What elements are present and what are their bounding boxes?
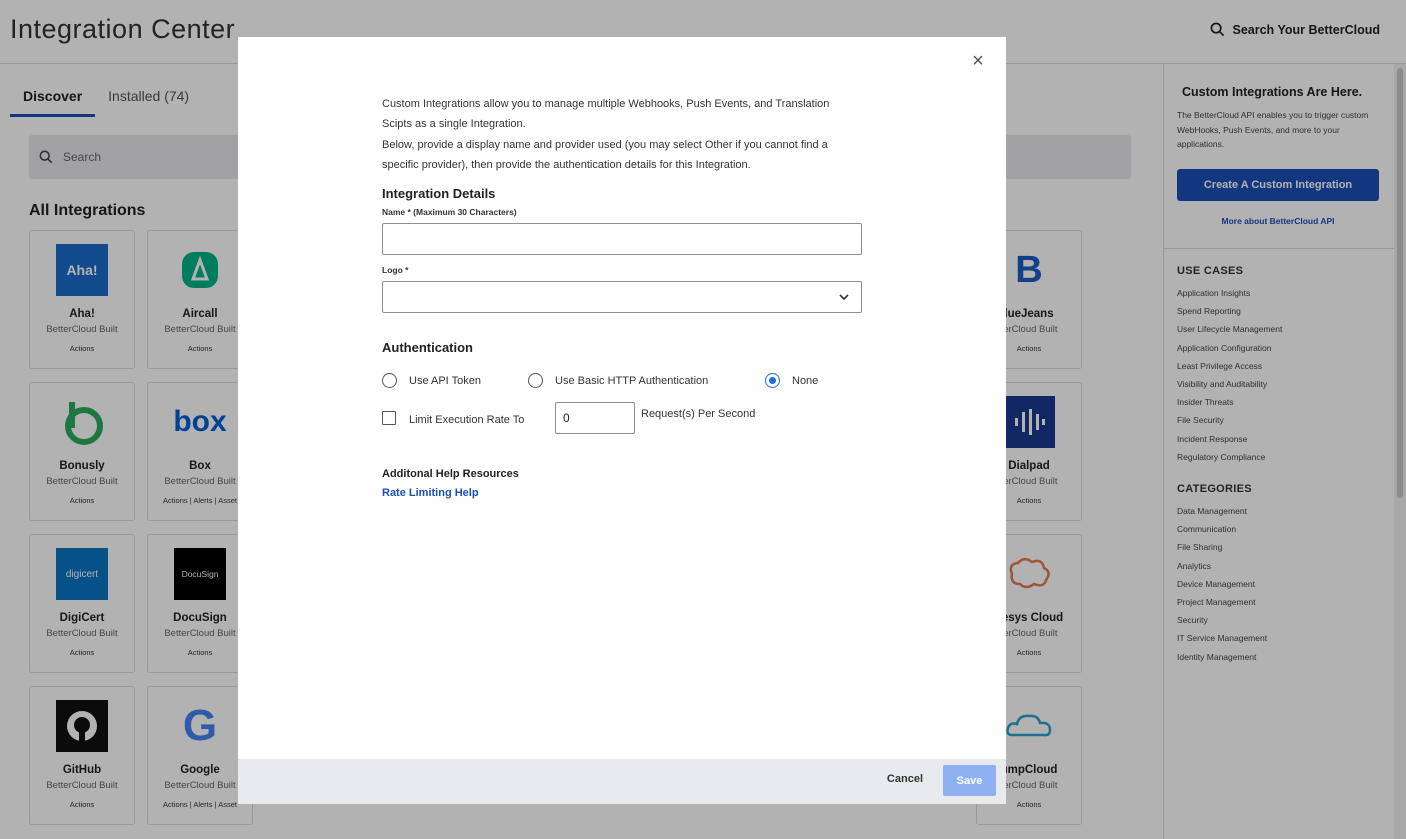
auth-radio-group: Use API Token Use Basic HTTP Authenticat… — [382, 373, 862, 388]
intro-paragraph-2: Below, provide a display name and provid… — [382, 139, 828, 171]
rate-limit-row: Limit Execution Rate To Request(s) Per S… — [382, 402, 862, 434]
intro-paragraph-1: Custom Integrations allow you to manage … — [382, 98, 830, 130]
logo-field-label: Logo * — [382, 265, 409, 275]
chevron-down-icon — [839, 294, 849, 301]
limit-rate-label: Limit Execution Rate To — [409, 413, 525, 426]
modal-footer: Cancel Save — [238, 759, 1006, 804]
name-input[interactable] — [382, 223, 862, 255]
rate-limit-input[interactable] — [555, 402, 635, 434]
radio-api-token[interactable] — [382, 373, 397, 388]
name-field-label: Name * (Maximum 30 Characters) — [382, 207, 517, 217]
auth-option-label: Use Basic HTTP Authentication — [555, 374, 709, 387]
radio-none[interactable] — [765, 373, 780, 388]
cancel-button[interactable]: Cancel — [887, 773, 923, 785]
close-icon[interactable]: × — [968, 51, 988, 71]
authentication-heading: Authentication — [382, 340, 473, 355]
auth-option-none[interactable]: None — [765, 373, 818, 388]
logo-select[interactable] — [382, 281, 862, 313]
auth-option-label: Use API Token — [409, 374, 481, 387]
integration-details-heading: Integration Details — [382, 186, 496, 201]
help-resources-heading: Additonal Help Resources — [382, 468, 519, 480]
limit-rate-checkbox[interactable] — [382, 411, 396, 425]
auth-option-api-token[interactable]: Use API Token — [382, 373, 528, 388]
custom-integration-modal: × Custom Integrations allow you to manag… — [238, 37, 1006, 804]
rate-unit-label: Request(s) Per Second — [641, 408, 756, 420]
auth-option-label: None — [792, 374, 819, 387]
modal-body: Custom Integrations allow you to manage … — [382, 95, 862, 499]
modal-intro: Custom Integrations allow you to manage … — [382, 95, 862, 175]
rate-limiting-help-link[interactable]: Rate Limiting Help — [382, 487, 862, 499]
radio-basic-http[interactable] — [528, 373, 543, 388]
auth-option-basic-http[interactable]: Use Basic HTTP Authentication — [528, 373, 765, 388]
save-button[interactable]: Save — [943, 765, 996, 796]
